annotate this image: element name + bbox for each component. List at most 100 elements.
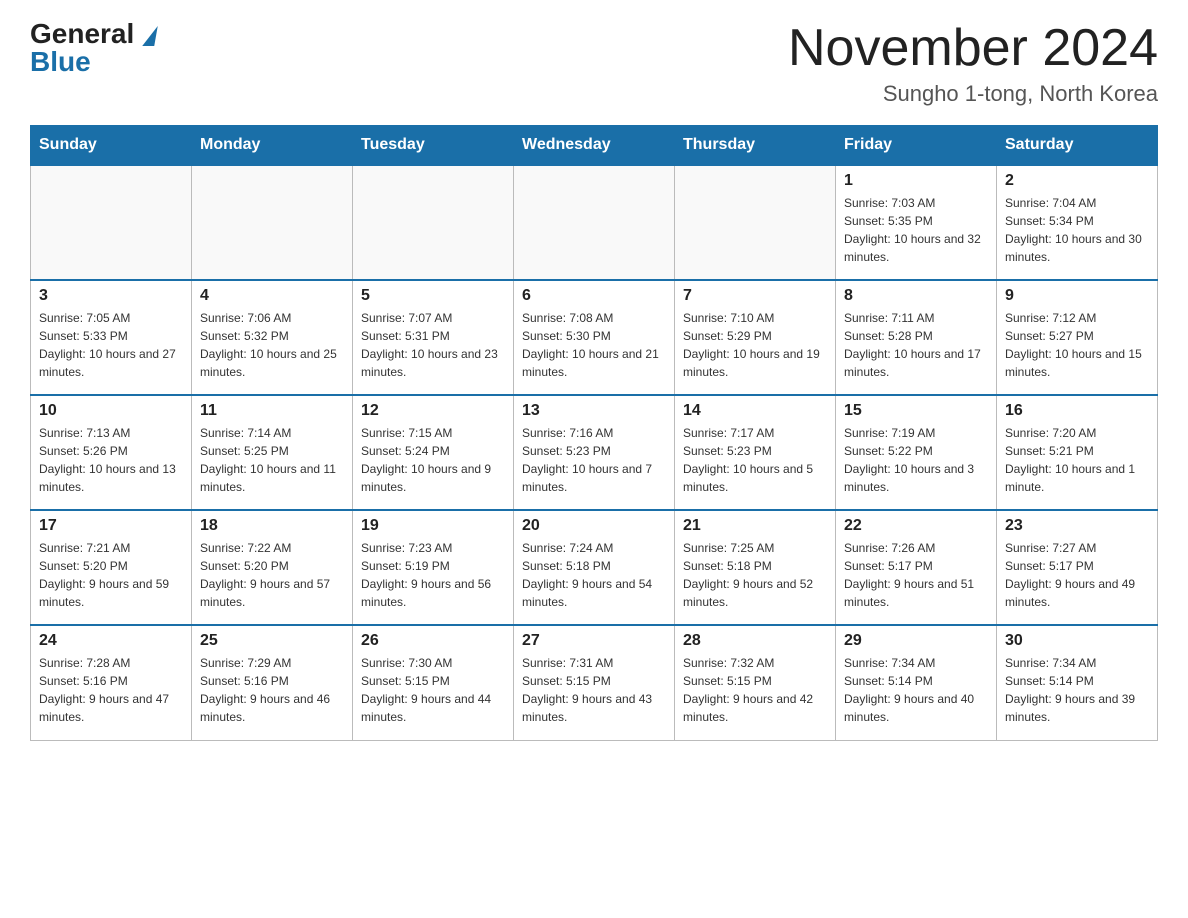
day-number: 23 bbox=[1005, 517, 1149, 535]
day-number: 14 bbox=[683, 402, 827, 420]
logo: General Blue bbox=[30, 20, 156, 76]
column-header-tuesday: Tuesday bbox=[353, 126, 514, 166]
week-row-1: 1Sunrise: 7:03 AMSunset: 5:35 PMDaylight… bbox=[31, 165, 1158, 280]
column-header-wednesday: Wednesday bbox=[514, 126, 675, 166]
day-info: Sunrise: 7:12 AMSunset: 5:27 PMDaylight:… bbox=[1005, 309, 1149, 381]
day-info: Sunrise: 7:34 AMSunset: 5:14 PMDaylight:… bbox=[1005, 654, 1149, 726]
calendar-cell: 11Sunrise: 7:14 AMSunset: 5:25 PMDayligh… bbox=[192, 395, 353, 510]
calendar-cell bbox=[192, 165, 353, 280]
day-info: Sunrise: 7:29 AMSunset: 5:16 PMDaylight:… bbox=[200, 654, 344, 726]
calendar-cell: 27Sunrise: 7:31 AMSunset: 5:15 PMDayligh… bbox=[514, 625, 675, 740]
column-header-saturday: Saturday bbox=[997, 126, 1158, 166]
calendar-cell bbox=[353, 165, 514, 280]
calendar-cell: 13 Sunrise: 7:16 AMSunset: 5:23 PMDayligh… bbox=[514, 395, 675, 510]
week-row-2: 3 Sunrise: 7:05 AMSunset: 5:33 PMDaylight… bbox=[31, 280, 1158, 395]
day-info: Sunrise: 7:08 AMSunset: 5:30 PMDaylight:… bbox=[522, 309, 666, 381]
calendar-cell: 30Sunrise: 7:34 AMSunset: 5:14 PMDayligh… bbox=[997, 625, 1158, 740]
calendar-cell: 1Sunrise: 7:03 AMSunset: 5:35 PMDaylight… bbox=[836, 165, 997, 280]
month-title: November 2024 bbox=[788, 20, 1158, 77]
calendar-cell: 29Sunrise: 7:34 AMSunset: 5:14 PMDayligh… bbox=[836, 625, 997, 740]
calendar-cell: 25 Sunrise: 7:29 AMSunset: 5:16 PMDayligh… bbox=[192, 625, 353, 740]
day-info: Sunrise: 7:16 AMSunset: 5:23 PMDaylight:… bbox=[522, 424, 666, 496]
day-number: 2 bbox=[1005, 172, 1149, 190]
day-number: 16 bbox=[1005, 402, 1149, 420]
day-number: 6 bbox=[522, 287, 666, 305]
day-number: 15 bbox=[844, 402, 988, 420]
calendar-cell: 4 Sunrise: 7:06 AMSunset: 5:32 PMDaylight… bbox=[192, 280, 353, 395]
title-block: November 2024 Sungho 1-tong, North Korea bbox=[788, 20, 1158, 107]
day-info: Sunrise: 7:23 AMSunset: 5:19 PMDaylight:… bbox=[361, 539, 505, 611]
week-row-3: 10Sunrise: 7:13 AMSunset: 5:26 PMDayligh… bbox=[31, 395, 1158, 510]
day-number: 13 bbox=[522, 402, 666, 420]
location-text: Sungho 1-tong, North Korea bbox=[788, 81, 1158, 107]
day-number: 3 bbox=[39, 287, 183, 305]
calendar-cell: 19Sunrise: 7:23 AMSunset: 5:19 PMDayligh… bbox=[353, 510, 514, 625]
day-number: 1 bbox=[844, 172, 988, 190]
calendar-table: SundayMondayTuesdayWednesdayThursdayFrid… bbox=[30, 125, 1158, 741]
calendar-cell: 9 Sunrise: 7:12 AMSunset: 5:27 PMDaylight… bbox=[997, 280, 1158, 395]
day-number: 9 bbox=[1005, 287, 1149, 305]
day-info: Sunrise: 7:26 AMSunset: 5:17 PMDaylight:… bbox=[844, 539, 988, 611]
day-number: 8 bbox=[844, 287, 988, 305]
day-info: Sunrise: 7:10 AMSunset: 5:29 PMDaylight:… bbox=[683, 309, 827, 381]
day-info: Sunrise: 7:31 AMSunset: 5:15 PMDaylight:… bbox=[522, 654, 666, 726]
calendar-cell: 15 Sunrise: 7:19 AMSunset: 5:22 PMDayligh… bbox=[836, 395, 997, 510]
day-number: 24 bbox=[39, 632, 183, 650]
week-row-5: 24Sunrise: 7:28 AMSunset: 5:16 PMDayligh… bbox=[31, 625, 1158, 740]
calendar-cell: 7 Sunrise: 7:10 AMSunset: 5:29 PMDaylight… bbox=[675, 280, 836, 395]
day-info: Sunrise: 7:11 AMSunset: 5:28 PMDaylight:… bbox=[844, 309, 988, 381]
day-info: Sunrise: 7:25 AMSunset: 5:18 PMDaylight:… bbox=[683, 539, 827, 611]
day-info: Sunrise: 7:34 AMSunset: 5:14 PMDaylight:… bbox=[844, 654, 988, 726]
day-info: Sunrise: 7:22 AMSunset: 5:20 PMDaylight:… bbox=[200, 539, 344, 611]
day-info: Sunrise: 7:04 AMSunset: 5:34 PMDaylight:… bbox=[1005, 194, 1149, 266]
day-number: 25 bbox=[200, 632, 344, 650]
calendar-cell: 20 Sunrise: 7:24 AMSunset: 5:18 PMDayligh… bbox=[514, 510, 675, 625]
logo-general-text: General bbox=[30, 20, 156, 48]
day-info: Sunrise: 7:24 AMSunset: 5:18 PMDaylight:… bbox=[522, 539, 666, 611]
day-number: 7 bbox=[683, 287, 827, 305]
calendar-cell bbox=[514, 165, 675, 280]
calendar-cell: 3 Sunrise: 7:05 AMSunset: 5:33 PMDaylight… bbox=[31, 280, 192, 395]
calendar-cell: 26Sunrise: 7:30 AMSunset: 5:15 PMDayligh… bbox=[353, 625, 514, 740]
calendar-cell: 16 Sunrise: 7:20 AMSunset: 5:21 PMDayligh… bbox=[997, 395, 1158, 510]
day-info: Sunrise: 7:20 AMSunset: 5:21 PMDaylight:… bbox=[1005, 424, 1149, 496]
day-number: 10 bbox=[39, 402, 183, 420]
day-number: 18 bbox=[200, 517, 344, 535]
day-number: 20 bbox=[522, 517, 666, 535]
week-row-4: 17 Sunrise: 7:21 AMSunset: 5:20 PMDayligh… bbox=[31, 510, 1158, 625]
day-number: 28 bbox=[683, 632, 827, 650]
column-header-friday: Friday bbox=[836, 126, 997, 166]
calendar-cell: 24Sunrise: 7:28 AMSunset: 5:16 PMDayligh… bbox=[31, 625, 192, 740]
column-header-thursday: Thursday bbox=[675, 126, 836, 166]
calendar-cell: 22 Sunrise: 7:26 AMSunset: 5:17 PMDayligh… bbox=[836, 510, 997, 625]
calendar-cell bbox=[675, 165, 836, 280]
day-info: Sunrise: 7:17 AMSunset: 5:23 PMDaylight:… bbox=[683, 424, 827, 496]
calendar-cell: 5 Sunrise: 7:07 AMSunset: 5:31 PMDaylight… bbox=[353, 280, 514, 395]
day-number: 4 bbox=[200, 287, 344, 305]
column-header-sunday: Sunday bbox=[31, 126, 192, 166]
day-info: Sunrise: 7:06 AMSunset: 5:32 PMDaylight:… bbox=[200, 309, 344, 381]
day-info: Sunrise: 7:07 AMSunset: 5:31 PMDaylight:… bbox=[361, 309, 505, 381]
day-info: Sunrise: 7:32 AMSunset: 5:15 PMDaylight:… bbox=[683, 654, 827, 726]
column-header-monday: Monday bbox=[192, 126, 353, 166]
calendar-cell: 12 Sunrise: 7:15 AMSunset: 5:24 PMDayligh… bbox=[353, 395, 514, 510]
day-number: 21 bbox=[683, 517, 827, 535]
day-number: 26 bbox=[361, 632, 505, 650]
calendar-cell: 18 Sunrise: 7:22 AMSunset: 5:20 PMDayligh… bbox=[192, 510, 353, 625]
calendar-cell: 10Sunrise: 7:13 AMSunset: 5:26 PMDayligh… bbox=[31, 395, 192, 510]
calendar-cell: 28 Sunrise: 7:32 AMSunset: 5:15 PMDayligh… bbox=[675, 625, 836, 740]
day-number: 12 bbox=[361, 402, 505, 420]
day-info: Sunrise: 7:05 AMSunset: 5:33 PMDaylight:… bbox=[39, 309, 183, 381]
day-info: Sunrise: 7:15 AMSunset: 5:24 PMDaylight:… bbox=[361, 424, 505, 496]
logo-blue-text: Blue bbox=[30, 48, 91, 76]
calendar-cell bbox=[31, 165, 192, 280]
calendar-cell: 23Sunrise: 7:27 AMSunset: 5:17 PMDayligh… bbox=[997, 510, 1158, 625]
calendar-cell: 2 Sunrise: 7:04 AMSunset: 5:34 PMDaylight… bbox=[997, 165, 1158, 280]
day-info: Sunrise: 7:19 AMSunset: 5:22 PMDaylight:… bbox=[844, 424, 988, 496]
calendar-cell: 14 Sunrise: 7:17 AMSunset: 5:23 PMDayligh… bbox=[675, 395, 836, 510]
day-number: 5 bbox=[361, 287, 505, 305]
day-info: Sunrise: 7:21 AMSunset: 5:20 PMDaylight:… bbox=[39, 539, 183, 611]
calendar-cell: 17 Sunrise: 7:21 AMSunset: 5:20 PMDayligh… bbox=[31, 510, 192, 625]
day-number: 17 bbox=[39, 517, 183, 535]
day-number: 22 bbox=[844, 517, 988, 535]
